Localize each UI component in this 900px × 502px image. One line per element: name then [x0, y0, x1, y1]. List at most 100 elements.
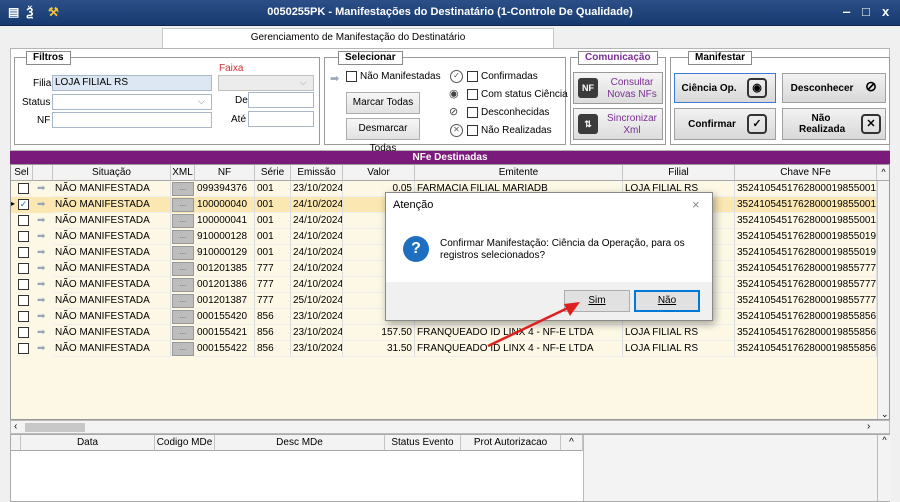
scroll-up-icon[interactable]: ^ [877, 435, 891, 501]
window-title: 0050255PK - Manifestações do Destinatári… [267, 6, 633, 18]
cell-serie: 001 [255, 245, 291, 261]
nao-realizadas-checkbox[interactable] [467, 125, 478, 136]
dialog-title: Atenção [393, 199, 434, 211]
cell-situacao: NÃO MANIFESTADA [53, 277, 171, 293]
cell-chave: 35241054517628000198550011 [735, 213, 877, 229]
col-header-prot-autorizacao[interactable]: Prot Autorizacao [461, 435, 561, 451]
sincronizar-xml-button[interactable]: ⇅ Sincronizar Xml [573, 108, 663, 140]
nao-manifestadas-checkbox[interactable] [346, 71, 357, 82]
desmarcar-todas-button[interactable]: Desmarcar Todas [346, 118, 420, 154]
row-select-checkbox[interactable]: ✓ [18, 199, 29, 210]
nfe-document-icon: NF [578, 78, 598, 98]
col-header-sel[interactable]: Sel [11, 165, 33, 181]
filial-label: Filial [33, 78, 54, 89]
col-header-situacao[interactable]: Situação [53, 165, 171, 181]
arrow-right-icon: ➡ [37, 327, 46, 338]
col-header-desc-mde[interactable]: Desc MDe [215, 435, 385, 451]
row-select-checkbox[interactable] [18, 327, 29, 338]
col-header-icon [33, 165, 53, 181]
horizontal-scrollbar[interactable]: ‹ › [10, 420, 890, 434]
xml-button[interactable]: ... [172, 342, 194, 356]
com-status-ciencia-checkbox[interactable] [467, 89, 478, 100]
table-row[interactable]: ➡... NÃO MANIFESTADA 000155421 856 23/10/202… [11, 325, 877, 341]
row-select-checkbox[interactable] [18, 183, 29, 194]
tab-gerenciamento[interactable]: Gerenciamento de Manifestação do Destina… [162, 28, 554, 48]
col-header-codigo-mde[interactable]: Codigo MDe [155, 435, 215, 451]
scrollbar-thumb[interactable] [25, 423, 85, 432]
cell-filial: LOJA FILIAL RS [623, 325, 735, 341]
row-select-checkbox[interactable] [18, 263, 29, 274]
ate-field[interactable] [248, 111, 314, 127]
de-label: De [235, 95, 248, 106]
xml-button[interactable]: ... [172, 262, 194, 276]
dialog-message: Confirmar Manifestação: Ciência da Opera… [440, 238, 685, 261]
scroll-left-icon[interactable]: ‹ [14, 421, 17, 432]
marcar-todas-button[interactable]: Marcar Todas [346, 92, 420, 114]
row-select-checkbox[interactable] [18, 343, 29, 354]
ciencia-op-button[interactable]: Ciência Op. ◉ [674, 73, 776, 103]
row-select-checkbox[interactable] [18, 231, 29, 242]
desconhecer-button[interactable]: Desconhecer ⊘ [782, 73, 886, 103]
dialog-close-button[interactable]: × [692, 197, 700, 212]
selecionar-title: Selecionar [338, 51, 403, 65]
col-header-nf[interactable]: NF [195, 165, 255, 181]
xml-button[interactable]: ... [172, 326, 194, 340]
col-header-emitente[interactable]: Emitente [415, 165, 623, 181]
nf-field[interactable] [52, 112, 212, 128]
arrow-right-icon: ➡ [37, 263, 46, 274]
scroll-up-icon[interactable]: ^ [561, 435, 583, 451]
row-select-checkbox[interactable] [18, 295, 29, 306]
manifestar-title: Manifestar [688, 51, 753, 65]
status-label: Status [22, 97, 51, 108]
xml-button[interactable]: ... [172, 246, 194, 260]
arrow-right-icon: ➡ [37, 199, 46, 210]
maximize-button[interactable]: □ [862, 4, 870, 19]
cell-valor: 157.50 [343, 325, 415, 341]
col-header-filial[interactable]: Filial [623, 165, 735, 181]
confirmar-button[interactable]: Confirmar ✓ [674, 108, 776, 140]
xml-button[interactable]: ... [172, 294, 194, 308]
nao-button[interactable]: Não [634, 290, 700, 312]
confirmar-label: Confirmar [688, 119, 736, 130]
de-field[interactable] [248, 92, 314, 108]
row-select-checkbox[interactable] [18, 279, 29, 290]
cell-emissao: 24/10/2024 [291, 245, 343, 261]
cell-situacao: NÃO MANIFESTADA [53, 181, 171, 197]
status-select[interactable] [52, 94, 212, 110]
col-header-status-evento[interactable]: Status Evento [385, 435, 461, 451]
xml-button[interactable]: ... [172, 278, 194, 292]
scroll-up-icon[interactable]: ^ [877, 165, 889, 181]
row-select-checkbox[interactable] [18, 247, 29, 258]
xml-button[interactable]: ... [172, 198, 194, 212]
xml-button[interactable]: ... [172, 214, 194, 228]
chevron-down-icon: ⌵ [198, 96, 205, 106]
nao-realizada-button[interactable]: Não Realizada ✕ [782, 108, 886, 140]
table-row[interactable]: ➡... NÃO MANIFESTADA 000155422 856 23/10/202… [11, 341, 877, 357]
cell-nf: 100000041 [195, 213, 255, 229]
cell-emissao: 23/10/2024 [291, 341, 343, 357]
scroll-right-icon[interactable]: › [867, 421, 870, 432]
events-grid: Data Codigo MDe Desc MDe Status Evento P… [10, 434, 891, 502]
chevron-down-icon: ⌵ [300, 77, 307, 87]
col-header-emissao[interactable]: Emissão [291, 165, 343, 181]
eye-icon: ◉ [449, 88, 459, 100]
row-select-checkbox[interactable] [18, 311, 29, 322]
cell-emissao: 24/10/2024 [291, 277, 343, 293]
xml-button[interactable]: ... [172, 182, 194, 196]
scroll-down-icon[interactable]: ⌄ [881, 409, 889, 419]
xml-button[interactable]: ... [172, 230, 194, 244]
col-header-data[interactable]: Data [21, 435, 155, 451]
desconhecidas-checkbox[interactable] [467, 107, 478, 118]
consultar-novas-nfs-button[interactable]: NF Consultar Novas NFs [573, 72, 663, 104]
row-select-checkbox[interactable] [18, 215, 29, 226]
confirmadas-checkbox[interactable] [467, 71, 478, 82]
minimize-button[interactable]: ‒ [843, 4, 850, 19]
col-header-serie[interactable]: Série [255, 165, 291, 181]
close-button[interactable]: x [882, 4, 889, 19]
col-header-valor[interactable]: Valor [343, 165, 415, 181]
col-header-xml[interactable]: XML [171, 165, 195, 181]
xml-button[interactable]: ... [172, 310, 194, 324]
col-header-chave[interactable]: Chave NFe [735, 165, 877, 181]
vertical-scrollbar[interactable]: ⌄ [877, 181, 889, 419]
filial-field[interactable]: LOJA FILIAL RS [52, 75, 212, 91]
